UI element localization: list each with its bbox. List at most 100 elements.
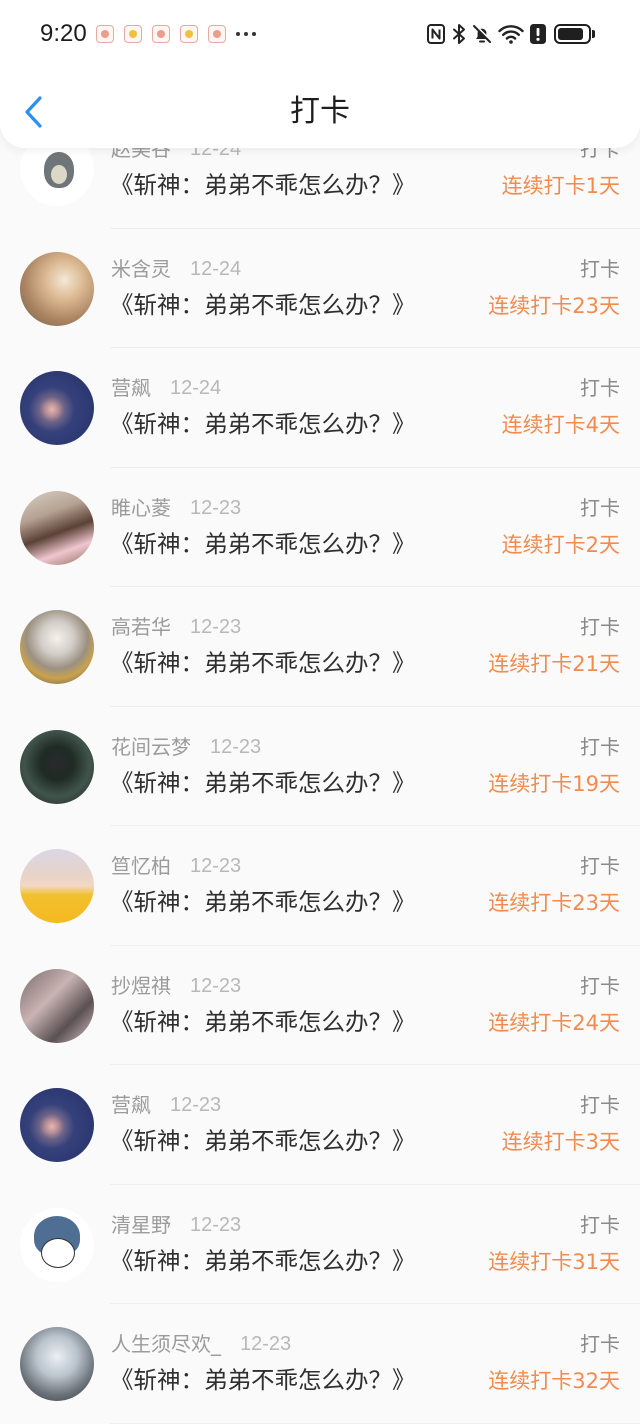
user-name[interactable]: 笪忆柏 (111, 853, 171, 879)
app-notification-icon (208, 25, 226, 43)
app-notification-icon (180, 25, 198, 43)
checkin-date: 12-23 (190, 855, 242, 877)
streak-label: 连续打卡4天 (501, 413, 620, 437)
user-name[interactable]: 高若华 (111, 614, 171, 640)
checkin-meta: 人生须尽欢_ 12-23 (111, 1331, 291, 1357)
book-title[interactable]: 《斩神：弟弟不乖怎么办？》 (110, 1246, 416, 1276)
checkin-item[interactable]: 笪忆柏 12-23 打卡 《斩神：弟弟不乖怎么办？》 连续打卡23天 (0, 826, 640, 946)
checkin-meta: 高若华 12-23 (111, 614, 241, 640)
checkin-meta: 花间云梦 12-23 (111, 734, 261, 760)
app-notification-icon (124, 25, 142, 43)
app-notification-icon (152, 25, 170, 43)
checkin-date: 12-23 (190, 496, 242, 519)
book-title[interactable]: 《斩神：弟弟不乖怎么办？》 (110, 290, 416, 320)
user-name[interactable]: 营飙 (111, 1092, 151, 1118)
checkin-item[interactable]: 营飙 12-23 打卡 《斩神：弟弟不乖怎么办？》 连续打卡3天 (0, 1065, 640, 1185)
book-title[interactable]: 《斩神：弟弟不乖怎么办？》 (110, 648, 416, 678)
checkin-item[interactable]: 花间云梦 12-23 打卡 《斩神：弟弟不乖怎么办？》 连续打卡19天 (0, 707, 640, 827)
checkin-date: 12-23 (190, 974, 242, 997)
checkin-item[interactable]: 人生须尽欢_ 12-23 打卡 《斩神：弟弟不乖怎么办？》 连续打卡32天 (0, 1304, 640, 1424)
mute-icon (473, 24, 492, 43)
checkin-item[interactable]: 抄煜祺 12-23 打卡 《斩神：弟弟不乖怎么办？》 连续打卡24天 (0, 946, 640, 1066)
sim-alert-icon (530, 24, 546, 44)
streak-label: 连续打卡23天 (488, 891, 620, 915)
user-name[interactable]: 米含灵 (111, 256, 171, 282)
nfc-icon (427, 24, 445, 44)
book-title[interactable]: 《斩神：弟弟不乖怎么办？》 (110, 1126, 416, 1156)
avatar[interactable] (20, 849, 94, 923)
page-title: 打卡 (290, 94, 350, 129)
battery-nub (592, 30, 595, 38)
checkin-meta: 营飙 12-23 (111, 1092, 221, 1118)
checkin-item[interactable]: 清星野 12-23 打卡 《斩神：弟弟不乖怎么办？》 连续打卡31天 (0, 1185, 640, 1305)
bluetooth-icon (453, 24, 465, 44)
checkin-type: 打卡 (580, 256, 620, 281)
user-name[interactable]: 花间云梦 (111, 734, 191, 760)
wifi-icon (498, 25, 524, 44)
avatar[interactable] (20, 968, 94, 1043)
checkin-item[interactable]: 营飙 12-24 打卡 《斩神：弟弟不乖怎么办？》 连续打卡4天 (0, 348, 640, 468)
checkin-type: 打卡 (580, 615, 620, 639)
battery-fill (558, 28, 583, 40)
status-time: 9:20 (40, 20, 87, 47)
checkin-date: 12-23 (190, 616, 242, 638)
streak-label: 连续打卡2天 (501, 532, 620, 557)
checkin-date: 12-23 (240, 1333, 292, 1355)
avatar[interactable] (20, 371, 94, 445)
book-title[interactable]: 《斩神：弟弟不乖怎么办？》 (110, 768, 416, 798)
avatar[interactable] (20, 1088, 94, 1162)
checkin-type: 打卡 (580, 1212, 620, 1237)
avatar[interactable] (20, 251, 94, 326)
book-title[interactable]: 《斩神：弟弟不乖怎么办？》 (110, 529, 416, 559)
streak-label: 连续打卡23天 (488, 293, 620, 318)
checkin-meta: 营飙 12-24 (111, 375, 221, 401)
app-header: 9:20 打卡 (0, 0, 640, 148)
user-name[interactable]: 睢心菱 (111, 495, 171, 521)
checkin-type: 打卡 (580, 1093, 620, 1117)
book-title[interactable]: 《斩神：弟弟不乖怎么办？》 (110, 1007, 416, 1037)
streak-label: 连续打卡32天 (488, 1369, 620, 1393)
user-name[interactable]: 营飙 (111, 375, 151, 401)
streak-label: 连续打卡19天 (488, 771, 620, 796)
book-title[interactable]: 《斩神：弟弟不乖怎么办？》 (110, 1365, 416, 1395)
streak-label: 连续打卡31天 (488, 1249, 620, 1274)
checkin-type: 打卡 (580, 1332, 620, 1356)
checkin-type: 打卡 (580, 734, 620, 759)
user-name[interactable]: 抄煜祺 (111, 973, 171, 999)
checkin-type: 打卡 (580, 495, 620, 520)
avatar[interactable] (20, 729, 94, 804)
checkin-item[interactable]: 高若华 12-23 打卡 《斩神：弟弟不乖怎么办？》 连续打卡21天 (0, 587, 640, 707)
book-title[interactable]: 《斩神：弟弟不乖怎么办？》 (110, 887, 416, 917)
checkin-meta: 笪忆柏 12-23 (111, 853, 241, 879)
checkin-date: 12-23 (210, 735, 262, 758)
book-title[interactable]: 《斩神：弟弟不乖怎么办？》 (110, 409, 416, 439)
streak-label: 连续打卡3天 (501, 1130, 620, 1154)
avatar[interactable] (20, 1327, 94, 1401)
checkin-item[interactable]: 米含灵 12-24 打卡 《斩神：弟弟不乖怎么办？》 连续打卡23天 (0, 229, 640, 349)
checkin-meta: 米含灵 12-24 (111, 256, 241, 282)
checkin-date: 12-23 (170, 1094, 222, 1116)
checkin-date: 12-24 (170, 377, 222, 399)
more-notifications-icon (236, 32, 256, 37)
avatar[interactable] (20, 490, 94, 565)
checkin-date: 12-24 (190, 257, 242, 280)
checkin-type: 打卡 (580, 376, 620, 400)
checkin-type: 打卡 (580, 973, 620, 998)
checkin-item[interactable]: 睢心菱 12-23 打卡 《斩神：弟弟不乖怎么办？》 连续打卡2天 (0, 468, 640, 588)
streak-label: 连续打卡21天 (488, 652, 620, 676)
streak-label: 连续打卡24天 (488, 1010, 620, 1035)
checkin-meta: 睢心菱 12-23 (111, 495, 241, 521)
checkin-meta: 清星野 12-23 (111, 1212, 241, 1238)
checkin-list[interactable]: 赵美谷 12-24 打卡 《斩神：弟弟不乖怎么办？》 连续打卡1天 米含灵 12… (0, 109, 640, 1424)
battery-icon (554, 24, 591, 44)
avatar[interactable] (20, 1207, 94, 1282)
checkin-type: 打卡 (580, 854, 620, 878)
checkin-date: 12-23 (190, 1213, 242, 1236)
avatar[interactable] (20, 610, 94, 684)
user-name[interactable]: 清星野 (111, 1212, 171, 1238)
streak-label: 连续打卡1天 (501, 174, 620, 198)
app-notification-icon (96, 25, 114, 43)
user-name[interactable]: 人生须尽欢_ (111, 1331, 221, 1357)
book-title[interactable]: 《斩神：弟弟不乖怎么办？》 (110, 170, 416, 200)
checkin-meta: 抄煜祺 12-23 (111, 973, 241, 999)
